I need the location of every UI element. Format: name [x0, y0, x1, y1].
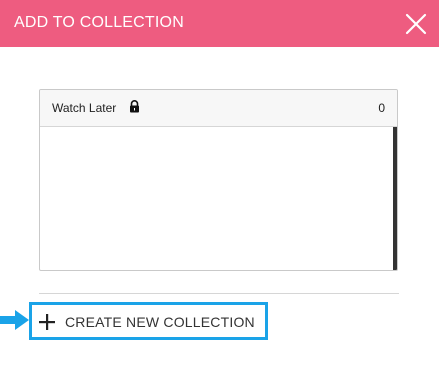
dialog-title: ADD TO COLLECTION — [14, 14, 184, 31]
list-scrollbar[interactable] — [393, 127, 397, 270]
dialog-header: ADD TO COLLECTION — [0, 0, 439, 47]
divider — [39, 293, 399, 294]
lock-icon — [130, 100, 139, 113]
collection-label: Watch Later — [52, 101, 117, 115]
plus-icon — [39, 314, 55, 330]
collection-count: 0 — [378, 101, 385, 115]
close-button[interactable] — [404, 12, 428, 36]
close-icon — [405, 13, 427, 35]
create-new-collection-label: CREATE NEW COLLECTION — [65, 314, 255, 330]
arrow-right-icon — [0, 310, 29, 330]
create-new-collection-button[interactable]: CREATE NEW COLLECTION — [29, 302, 268, 340]
add-to-collection-dialog: ADD TO COLLECTION Watch Later 0 CREATE N… — [0, 0, 439, 371]
collection-item-watch-later[interactable]: Watch Later 0 — [40, 90, 397, 127]
collection-list: Watch Later 0 — [39, 89, 398, 271]
